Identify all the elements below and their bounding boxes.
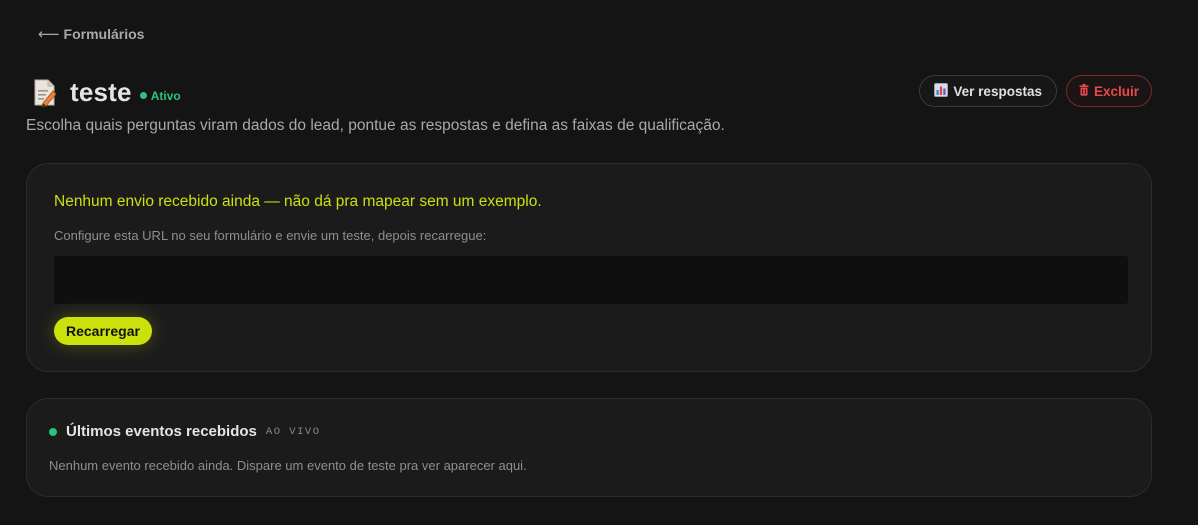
back-arrow-icon: ⟵ bbox=[38, 26, 60, 43]
events-empty-message: Nenhum evento recebido ainda. Dispare um… bbox=[49, 458, 527, 473]
status-dot-icon bbox=[139, 92, 147, 99]
bar-chart-icon bbox=[934, 82, 949, 100]
status-badge: Ativo bbox=[139, 88, 181, 103]
mapping-card: Nenhum envio recebido ainda — não dá pra… bbox=[26, 163, 1152, 372]
status-label: Ativo bbox=[150, 88, 181, 103]
webhook-url-field[interactable] bbox=[54, 256, 1128, 304]
form-header: teste Ativo bbox=[32, 77, 181, 108]
live-tag: AO VIVO bbox=[265, 425, 321, 438]
events-header: Últimos eventos recebidos AO VIVO bbox=[49, 423, 321, 440]
back-link-label: Formulários bbox=[63, 26, 145, 42]
delete-label: Excluir bbox=[1093, 83, 1139, 99]
live-indicator-icon bbox=[49, 427, 57, 436]
url-instructions: Configure esta URL no seu formulário e e… bbox=[54, 228, 487, 243]
header-actions: Ver respostas Excluir bbox=[919, 75, 1152, 107]
view-responses-label: Ver respostas bbox=[953, 83, 1042, 99]
page-subtitle: Escolha quais perguntas viram dados do l… bbox=[26, 117, 725, 134]
document-edit-icon bbox=[32, 79, 58, 108]
delete-button[interactable]: Excluir bbox=[1065, 75, 1152, 107]
no-submission-warning: Nenhum envio recebido ainda — não dá pra… bbox=[54, 193, 542, 210]
reload-button[interactable]: Recarregar bbox=[54, 317, 152, 345]
trash-icon bbox=[1079, 83, 1089, 99]
events-card: Últimos eventos recebidos AO VIVO Nenhum… bbox=[26, 398, 1152, 497]
view-responses-button[interactable]: Ver respostas bbox=[919, 75, 1057, 107]
events-title: Últimos eventos recebidos bbox=[66, 423, 257, 440]
page-title: teste bbox=[70, 77, 132, 107]
back-to-forms-link[interactable]: ⟵ Formulários bbox=[38, 25, 144, 43]
